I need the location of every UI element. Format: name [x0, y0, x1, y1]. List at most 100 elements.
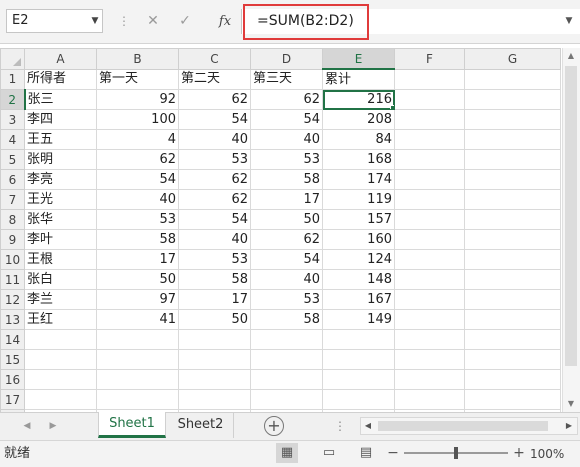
- cell-c13[interactable]: 50: [178, 309, 251, 330]
- cell-e4[interactable]: 84: [322, 129, 395, 150]
- row-header[interactable]: 16: [0, 369, 25, 390]
- zoom-in-button[interactable]: +: [512, 443, 526, 463]
- chevron-down-icon[interactable]: ▼: [562, 14, 576, 28]
- row-header[interactable]: 13: [0, 309, 25, 330]
- cell-f14[interactable]: [394, 329, 465, 350]
- column-header-a[interactable]: A: [24, 48, 97, 70]
- row-header[interactable]: 3: [0, 109, 25, 130]
- cell-g6[interactable]: [464, 169, 561, 190]
- cell-g7[interactable]: [464, 189, 561, 210]
- row-header[interactable]: 14: [0, 329, 25, 350]
- page-layout-view-icon[interactable]: ▭: [318, 443, 340, 463]
- cell-e12[interactable]: 167: [322, 289, 395, 310]
- cell-e6[interactable]: 174: [322, 169, 395, 190]
- cell-d16[interactable]: [250, 369, 323, 390]
- cell-b2[interactable]: 92: [96, 89, 179, 110]
- column-header-c[interactable]: C: [178, 48, 251, 70]
- row-header[interactable]: 4: [0, 129, 25, 150]
- cell-a7[interactable]: 王光: [24, 189, 97, 210]
- cell-c9[interactable]: 40: [178, 229, 251, 250]
- cell-e11[interactable]: 148: [322, 269, 395, 290]
- cell-a14[interactable]: [24, 329, 97, 350]
- cell-d3[interactable]: 54: [250, 109, 323, 130]
- zoom-out-button[interactable]: −: [386, 443, 400, 463]
- cell-d4[interactable]: 40: [250, 129, 323, 150]
- cell-e14[interactable]: [322, 329, 395, 350]
- cell-g10[interactable]: [464, 249, 561, 270]
- cell-d5[interactable]: 53: [250, 149, 323, 170]
- cell-f17[interactable]: [394, 389, 465, 410]
- cell-c6[interactable]: 62: [178, 169, 251, 190]
- column-header-d[interactable]: D: [250, 48, 323, 70]
- cell-b3[interactable]: 100: [96, 109, 179, 130]
- cell-g9[interactable]: [464, 229, 561, 250]
- cell-a13[interactable]: 王红: [24, 309, 97, 330]
- cell-d7[interactable]: 17: [250, 189, 323, 210]
- zoom-slider-knob[interactable]: [454, 447, 458, 459]
- cell-f15[interactable]: [394, 349, 465, 370]
- row-header[interactable]: 6: [0, 169, 25, 190]
- cell-f3[interactable]: [394, 109, 465, 130]
- cell-c2[interactable]: 62: [178, 89, 251, 110]
- normal-view-icon[interactable]: ▦: [276, 443, 298, 463]
- cell-a15[interactable]: [24, 349, 97, 370]
- column-header-e[interactable]: E: [322, 48, 395, 70]
- cell-a12[interactable]: 李兰: [24, 289, 97, 310]
- cell-f1[interactable]: [394, 68, 465, 90]
- cell-b4[interactable]: 4: [96, 129, 179, 150]
- cell-d2[interactable]: 62: [250, 89, 323, 110]
- cell-f13[interactable]: [394, 309, 465, 330]
- cell-f2[interactable]: [394, 89, 465, 110]
- cell-a16[interactable]: [24, 369, 97, 390]
- select-all-corner[interactable]: [0, 48, 25, 70]
- cell-f8[interactable]: [394, 209, 465, 230]
- cell-g12[interactable]: [464, 289, 561, 310]
- row-header[interactable]: 10: [0, 249, 25, 270]
- cell-c8[interactable]: 54: [178, 209, 251, 230]
- cancel-icon[interactable]: ✕: [140, 9, 166, 34]
- column-header-g[interactable]: G: [464, 48, 561, 70]
- cell-d11[interactable]: 40: [250, 269, 323, 290]
- cell-e16[interactable]: [322, 369, 395, 390]
- cell-b11[interactable]: 50: [96, 269, 179, 290]
- cell-g13[interactable]: [464, 309, 561, 330]
- row-header[interactable]: 15: [0, 349, 25, 370]
- cell-f16[interactable]: [394, 369, 465, 390]
- cell-d9[interactable]: 62: [250, 229, 323, 250]
- cell-c10[interactable]: 53: [178, 249, 251, 270]
- check-icon[interactable]: ✓: [172, 9, 198, 34]
- cell-g15[interactable]: [464, 349, 561, 370]
- cell-e1[interactable]: 累计: [322, 68, 395, 90]
- cell-b6[interactable]: 54: [96, 169, 179, 190]
- cell-c17[interactable]: [178, 389, 251, 410]
- cell-b13[interactable]: 41: [96, 309, 179, 330]
- cell-a9[interactable]: 李叶: [24, 229, 97, 250]
- cell-e17[interactable]: [322, 389, 395, 410]
- cell-a2[interactable]: 张三: [24, 89, 97, 110]
- cell-e7[interactable]: 119: [322, 189, 395, 210]
- horizontal-scroll-thumb[interactable]: [378, 421, 548, 431]
- cell-a11[interactable]: 张白: [24, 269, 97, 290]
- cell-c7[interactable]: 62: [178, 189, 251, 210]
- scroll-down-arrow-icon[interactable]: ▼: [562, 396, 580, 412]
- cell-c3[interactable]: 54: [178, 109, 251, 130]
- cell-g14[interactable]: [464, 329, 561, 350]
- cell-f9[interactable]: [394, 229, 465, 250]
- cell-b5[interactable]: 62: [96, 149, 179, 170]
- tab-splitter-icon[interactable]: ⋮: [330, 418, 350, 434]
- splitter-dots-icon[interactable]: ⋮: [118, 10, 130, 32]
- cell-g2[interactable]: [464, 89, 561, 110]
- cell-d13[interactable]: 58: [250, 309, 323, 330]
- cell-f4[interactable]: [394, 129, 465, 150]
- cell-e2[interactable]: 216: [322, 89, 395, 110]
- cell-f6[interactable]: [394, 169, 465, 190]
- cell-d14[interactable]: [250, 329, 323, 350]
- cell-f11[interactable]: [394, 269, 465, 290]
- cell-b14[interactable]: [96, 329, 179, 350]
- scroll-right-arrow-icon[interactable]: ▶: [562, 418, 576, 434]
- column-header-f[interactable]: F: [394, 48, 465, 70]
- cell-c5[interactable]: 53: [178, 149, 251, 170]
- tab-sheet2[interactable]: Sheet2: [168, 412, 234, 438]
- cell-b9[interactable]: 58: [96, 229, 179, 250]
- add-sheet-button[interactable]: +: [264, 416, 284, 436]
